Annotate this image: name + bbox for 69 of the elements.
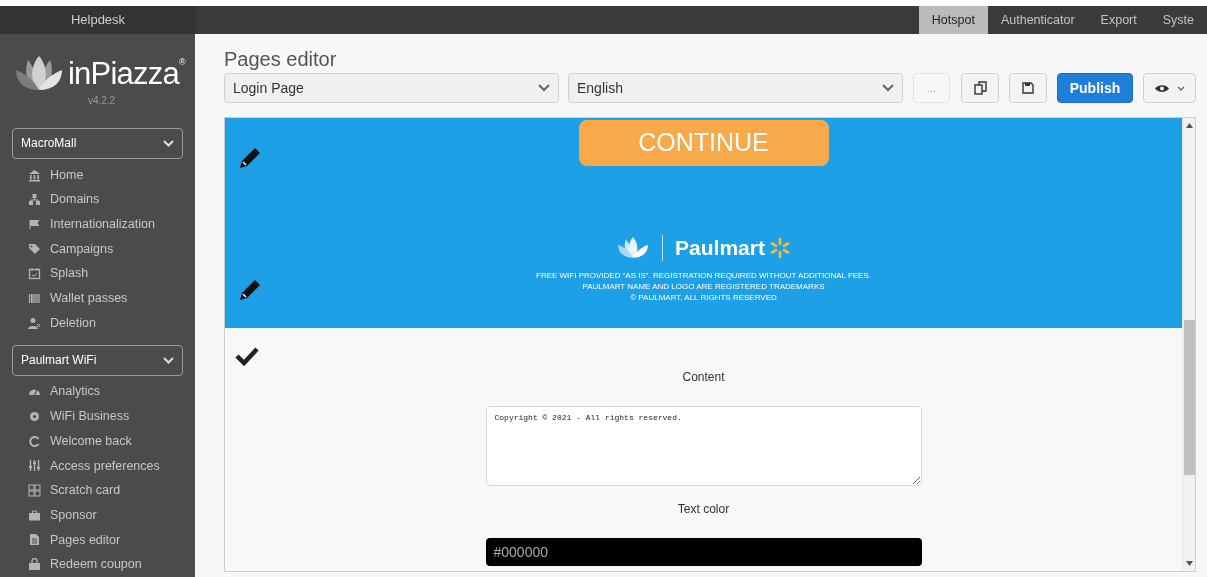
flag-icon [28,217,41,231]
lotus-logo-icon [14,54,64,93]
user-remove-icon [28,316,41,330]
sidebar-item[interactable]: Sponsor [12,502,183,528]
footer-text: FREE WIFI PROVIDED “AS IS”. REGISTRATION REQUIRED WITHOUT ADDITIONAL FEES. [536,269,871,281]
brand-name: Paulmart [675,235,765,261]
sidebar-title: Helpdesk [0,6,196,34]
page-title: Pages editor [224,47,338,72]
bank-icon [28,168,41,182]
workspace-select[interactable]: Paulmart WiFi [12,344,183,376]
sidebar-item[interactable]: Splash [12,261,183,287]
chevron-down-icon [163,139,174,147]
publish-button[interactable]: Publish [1057,73,1133,103]
grid-icon [28,484,41,498]
nav-tab[interactable]: Export [1087,6,1150,34]
nav-tab[interactable]: Authenticator [987,6,1088,34]
sitemap-icon [28,193,41,207]
document-icon [28,533,41,547]
scrollbar-thumb[interactable] [1183,320,1195,475]
nav-tab[interactable]: Syste [1149,6,1207,34]
chevron-down-icon [882,84,894,92]
logo-text: inPiazza$^{®}$ [68,57,185,89]
bag-icon [28,558,41,572]
sidebar-item[interactable]: Internationalization [12,212,183,237]
briefcase-icon [28,508,41,522]
copy-icon [973,81,987,95]
sidebar-item[interactable]: WiFi Business [12,404,183,429]
sidebar-item[interactable]: Pages editor [12,527,183,553]
copy-button[interactable] [961,73,999,103]
chevron-down-icon [1176,85,1185,91]
sidebar-item[interactable]: Redeem coupon [12,552,183,577]
sidebar-item[interactable]: Analytics [12,379,183,405]
sidebar-item[interactable]: Scratch card [12,478,183,503]
preview-dropdown-button[interactable] [1143,73,1196,103]
sidebar-item[interactable]: Domains [12,187,183,213]
calendar-icon [28,267,41,281]
sidebar-item[interactable]: Deletion [12,310,183,336]
sidebar-item[interactable]: Campaigns [12,236,183,262]
chevron-down-icon [163,356,174,364]
eye-icon [1154,83,1169,93]
chevron-down-icon [538,84,550,92]
nav-tab[interactable]: Hotspot [918,6,988,34]
checkmark-icon[interactable] [235,346,259,366]
pencil-icon[interactable] [237,145,263,171]
sidebar-item[interactable]: Home [12,162,183,188]
sliders-icon [28,459,41,473]
tag-icon [28,242,41,256]
field-label: Content [682,369,725,386]
sidebar-item[interactable]: Welcome back [12,428,183,454]
field-label: Text color [677,501,730,518]
pencil-icon[interactable] [237,277,263,303]
page-select[interactable]: Login Page [224,73,559,103]
color-input[interactable]: #000000 [485,538,922,566]
sidebar-item[interactable]: Wallet passes [12,286,183,311]
refresh-icon [28,434,41,448]
spark-logo-icon [768,236,791,259]
footer-text: © PAULMART, ALL RIGHTS RESERVED [630,291,777,303]
workspace-select[interactable]: MacroMall [12,127,183,159]
scroll-up-icon[interactable] [1185,123,1193,128]
save-button[interactable] [1009,73,1047,103]
lotus-logo-icon [616,236,651,259]
barcode-icon [28,291,41,305]
scroll-down-icon[interactable] [1185,561,1193,566]
content-textarea[interactable]: Copyright © 2021 - All rights reserved. [485,406,922,486]
version-text: v4.2.2 [86,93,117,108]
footer-text: PAULMART NAME AND LOGO ARE REGISTERED TRADEMARKS [582,280,825,292]
scrollbar[interactable] [1182,118,1195,571]
sidebar-item[interactable]: Access preferences [12,453,183,479]
language-select[interactable]: English [568,73,903,103]
